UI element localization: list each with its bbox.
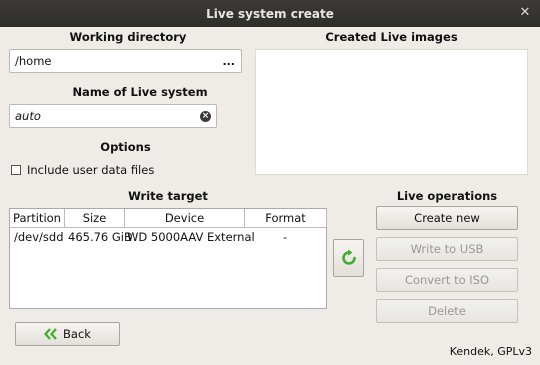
table-header: Partition Size Device Format (10, 209, 327, 228)
clear-icon[interactable]: × (200, 111, 211, 122)
back-button-label: Back (63, 327, 91, 341)
column-header-device[interactable]: Device (125, 209, 245, 227)
live-operations-heading: Live operations (396, 189, 498, 203)
working-directory-heading: Working directory (69, 30, 187, 44)
window-title: Live system create (206, 6, 334, 21)
footer-credit: Kendek, GPLv3 (449, 345, 532, 358)
cell-device: WD 5000AAV External (127, 230, 255, 244)
column-header-size[interactable]: Size (65, 209, 125, 227)
title-bar: Live system create ✕ (0, 0, 540, 27)
double-chevron-left-icon (44, 328, 57, 340)
write-target-heading: Write target (128, 189, 208, 203)
column-header-format[interactable]: Format (245, 209, 327, 227)
include-user-data-checkbox[interactable] (11, 165, 21, 175)
cell-partition: /dev/sdd (14, 230, 64, 244)
write-target-table[interactable]: Partition Size Device Format /dev/sdd 46… (9, 208, 327, 309)
cell-format: - (283, 230, 288, 244)
close-icon[interactable]: ✕ (518, 6, 532, 20)
include-user-data-label: Include user data files (27, 163, 155, 177)
options-heading: Options (100, 140, 151, 154)
created-images-heading: Created Live images (325, 30, 458, 44)
working-directory-input[interactable] (15, 54, 241, 68)
convert-to-iso-button[interactable]: Convert to ISO (376, 268, 518, 292)
working-directory-field[interactable]: ... (9, 49, 242, 73)
back-button[interactable]: Back (15, 322, 120, 346)
cell-size: 465.76 GiB (68, 230, 132, 244)
column-header-partition[interactable]: Partition (10, 209, 65, 227)
write-to-usb-button[interactable]: Write to USB (376, 237, 518, 261)
create-new-button[interactable]: Create new (376, 206, 518, 230)
refresh-icon (341, 249, 356, 265)
live-system-create-window: Live system create ✕ Working directory .… (0, 0, 540, 365)
live-name-input[interactable] (15, 109, 216, 123)
delete-button[interactable]: Delete (376, 299, 518, 323)
live-name-field[interactable]: × (9, 104, 217, 128)
live-name-heading: Name of Live system (72, 85, 208, 99)
browse-button[interactable]: ... (222, 55, 235, 68)
refresh-button[interactable] (333, 239, 364, 277)
created-images-list[interactable] (255, 49, 528, 175)
